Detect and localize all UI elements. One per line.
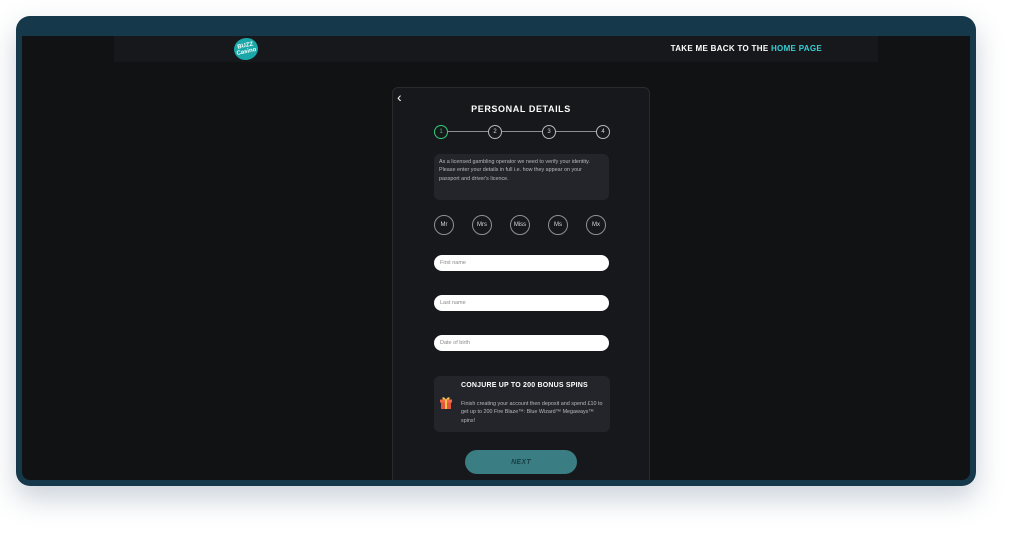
verification-info: As a licensed gambling operator we need … bbox=[434, 154, 609, 200]
chevron-left-icon[interactable]: ‹ bbox=[397, 90, 402, 104]
title-ms-button[interactable]: Ms bbox=[548, 215, 568, 235]
page-title: PERSONAL DETAILS bbox=[471, 104, 571, 114]
last-name-input[interactable] bbox=[434, 295, 609, 311]
title-selector: Mr Mrs Miss Ms Mx bbox=[434, 215, 610, 237]
step-1: 1 bbox=[434, 125, 448, 139]
step-connector bbox=[555, 131, 597, 132]
next-button[interactable]: NEXT bbox=[465, 450, 577, 474]
back-to-home-link[interactable]: TAKE ME BACK TO THE HOME PAGE bbox=[671, 44, 822, 53]
first-name-input[interactable] bbox=[434, 255, 609, 271]
step-progress: 1 2 3 4 bbox=[434, 125, 610, 139]
bonus-promo: CONJURE UP TO 200 BONUS SPINS Finish cre… bbox=[434, 376, 610, 432]
brand-logo[interactable]: BUZZ Casino bbox=[231, 36, 261, 63]
title-mx-button[interactable]: Mx bbox=[586, 215, 606, 235]
promo-body: Finish creating your account then deposi… bbox=[461, 401, 603, 424]
step-3: 3 bbox=[542, 125, 556, 139]
title-mr-button[interactable]: Mr bbox=[434, 215, 454, 235]
device-frame: BUZZ Casino TAKE ME BACK TO THE HOME PAG… bbox=[16, 16, 976, 486]
promo-title: CONJURE UP TO 200 BONUS SPINS bbox=[461, 382, 588, 389]
step-2: 2 bbox=[488, 125, 502, 139]
title-miss-button[interactable]: Miss bbox=[510, 215, 530, 235]
logo-text: BUZZ Casino bbox=[236, 41, 258, 57]
registration-card: ‹ PERSONAL DETAILS 1 2 3 4 As a licensed… bbox=[392, 87, 650, 480]
date-of-birth-input[interactable] bbox=[434, 335, 609, 351]
app-screen: BUZZ Casino TAKE ME BACK TO THE HOME PAG… bbox=[22, 36, 970, 480]
step-connector bbox=[446, 131, 489, 132]
top-bar: BUZZ Casino TAKE ME BACK TO THE HOME PAG… bbox=[114, 36, 878, 63]
back-link-prefix: TAKE ME BACK TO THE bbox=[670, 44, 771, 53]
home-page-link[interactable]: HOME PAGE bbox=[771, 44, 822, 53]
step-4: 4 bbox=[596, 125, 610, 139]
step-connector bbox=[501, 131, 543, 132]
gift-icon bbox=[440, 397, 452, 409]
title-mrs-button[interactable]: Mrs bbox=[472, 215, 492, 235]
